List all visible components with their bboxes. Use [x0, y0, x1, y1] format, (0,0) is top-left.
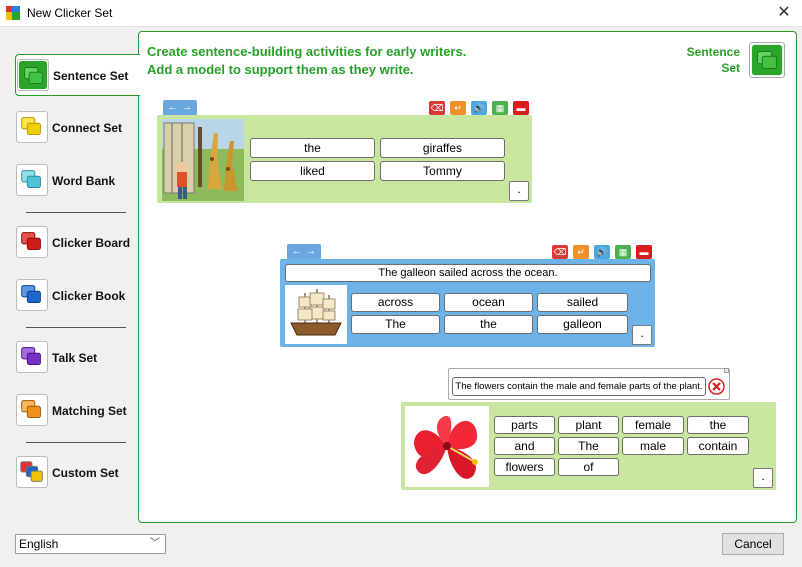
- remove-model-icon[interactable]: [708, 378, 725, 395]
- clear-icon[interactable]: ▬: [636, 245, 652, 259]
- enter-icon[interactable]: ↵: [450, 101, 466, 115]
- word-button[interactable]: parts: [494, 416, 555, 434]
- enter-icon[interactable]: ↵: [573, 245, 589, 259]
- galleon-image: [285, 285, 347, 344]
- hibiscus-image: [405, 406, 489, 487]
- speak-icon[interactable]: 🔊: [471, 101, 487, 115]
- sidebar-item-talk-set[interactable]: Talk Set: [15, 337, 139, 379]
- word-button[interactable]: of: [558, 458, 619, 476]
- word-button[interactable]: plant: [558, 416, 619, 434]
- word-button[interactable]: sailed: [537, 293, 628, 312]
- forward-arrow-icon[interactable]: →: [182, 101, 193, 113]
- back-arrow-icon[interactable]: ←: [167, 101, 178, 113]
- keyboard-icon[interactable]: ▦: [615, 245, 631, 259]
- custom-set-icon: [16, 456, 48, 488]
- word-button[interactable]: giraffes: [380, 138, 505, 158]
- sidebar-item-matching-set[interactable]: Matching Set: [15, 390, 139, 432]
- keyboard-icon[interactable]: ▦: [492, 101, 508, 115]
- sidebar-item-sentence-set[interactable]: Sentence Set: [15, 54, 140, 96]
- word-button[interactable]: ocean: [444, 293, 533, 312]
- sentence-set-icon: [749, 42, 785, 78]
- word-button[interactable]: female: [622, 416, 684, 434]
- heading-line: Add a model to support them as they writ…: [147, 62, 414, 77]
- delete-icon[interactable]: ⌫: [552, 245, 568, 259]
- connect-set-icon: [16, 111, 48, 143]
- word-button[interactable]: The: [351, 315, 440, 334]
- model-sentence: The flowers contain the male and female …: [452, 377, 706, 396]
- word-button[interactable]: male: [622, 437, 684, 455]
- set-type-label: Sentence Set: [672, 44, 740, 76]
- word-button[interactable]: the: [444, 315, 533, 334]
- sidebar-item-label: Matching Set: [52, 404, 127, 418]
- word-bank-icon: [16, 164, 48, 196]
- delete-icon[interactable]: ⌫: [429, 101, 445, 115]
- word-button[interactable]: liked: [250, 161, 375, 181]
- word-button[interactable]: the: [250, 138, 375, 158]
- giraffes-image: [162, 119, 244, 201]
- sidebar-divider: [26, 212, 126, 213]
- talk-set-icon: [16, 341, 48, 373]
- close-icon[interactable]: ✕: [772, 2, 796, 24]
- sidebar-item-custom-set[interactable]: Custom Set: [15, 452, 139, 494]
- sidebar-item-label: Word Bank: [52, 174, 116, 188]
- title-bar: New Clicker Set ✕: [0, 0, 802, 27]
- clicker-book-icon: [16, 279, 48, 311]
- model-sentence: The galleon sailed across the ocean.: [285, 264, 651, 282]
- sidebar-item-label: Talk Set: [52, 351, 98, 365]
- sidebar-item-label: Sentence Set: [53, 69, 129, 83]
- language-select-value: English: [19, 537, 59, 551]
- word-button[interactable]: the: [687, 416, 749, 434]
- sidebar-item-label: Connect Set: [52, 121, 123, 135]
- sentence-set-icon: [17, 59, 49, 91]
- clear-icon[interactable]: ▬: [513, 101, 529, 115]
- sidebar-divider: [26, 442, 126, 443]
- nav-arrows[interactable]: ← →: [287, 244, 321, 259]
- word-button[interactable]: The: [558, 437, 619, 455]
- cancel-button[interactable]: Cancel: [722, 533, 784, 555]
- language-select[interactable]: English ﹀: [15, 534, 166, 554]
- matching-set-icon: [16, 394, 48, 426]
- chevron-down-icon: ﹀: [150, 538, 160, 549]
- heading-line: Create sentence-building activities for …: [147, 44, 467, 59]
- sidebar-item-connect-set[interactable]: Connect Set: [15, 107, 139, 149]
- word-button[interactable]: Tommy: [380, 161, 505, 181]
- period-button[interactable]: .: [632, 325, 652, 345]
- sidebar-item-clicker-board[interactable]: Clicker Board: [15, 222, 139, 264]
- sidebar-item-label: Clicker Board: [52, 236, 131, 250]
- set-type-label-line: Sentence: [686, 45, 740, 59]
- sidebar-item-word-bank[interactable]: Word Bank: [15, 160, 139, 202]
- sidebar-divider: [26, 327, 126, 328]
- word-button[interactable]: flowers: [494, 458, 555, 476]
- panel-heading: Create sentence-building activities for …: [147, 43, 466, 79]
- clicker-board-icon: [16, 226, 48, 258]
- popup-corner: [724, 368, 729, 373]
- sidebar-item-label: Custom Set: [52, 466, 119, 480]
- nav-arrows[interactable]: ← →: [163, 100, 197, 115]
- app-icon: [6, 6, 20, 20]
- sidebar-item-clicker-book[interactable]: Clicker Book: [15, 275, 139, 317]
- window-title: New Clicker Set: [27, 6, 113, 20]
- sidebar-item-label: Clicker Book: [52, 289, 126, 303]
- forward-arrow-icon[interactable]: →: [306, 245, 317, 257]
- word-button[interactable]: across: [351, 293, 440, 312]
- period-button[interactable]: .: [509, 181, 529, 201]
- back-arrow-icon[interactable]: ←: [291, 245, 302, 257]
- set-type-label-line: Set: [721, 61, 740, 75]
- speak-icon[interactable]: 🔊: [594, 245, 610, 259]
- word-button[interactable]: and: [494, 437, 555, 455]
- word-button[interactable]: galleon: [537, 315, 628, 334]
- period-button[interactable]: .: [753, 468, 773, 488]
- word-button[interactable]: contain: [687, 437, 749, 455]
